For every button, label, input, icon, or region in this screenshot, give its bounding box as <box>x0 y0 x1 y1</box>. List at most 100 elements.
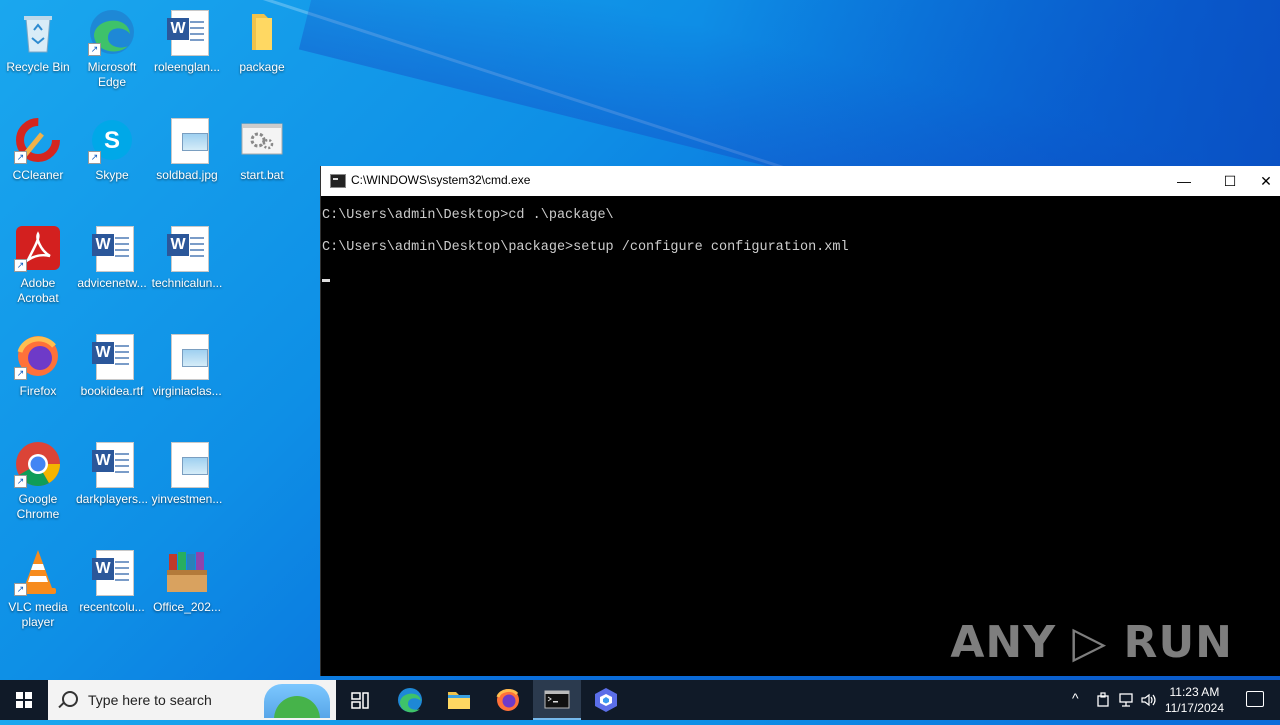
search-icon <box>62 691 78 707</box>
shortcut-arrow-icon: ↗ <box>88 151 101 164</box>
desktop-icon-label: recentcolu... <box>79 600 145 614</box>
folder-icon <box>238 8 286 56</box>
terminal-cursor <box>322 279 330 282</box>
archive-icon <box>163 548 211 596</box>
shortcut-arrow-icon: ↗ <box>14 475 27 488</box>
desktop-icon-start-bat[interactable]: start.bat <box>224 116 300 183</box>
notification-center-icon[interactable] <box>1246 691 1264 707</box>
shortcut-arrow-icon: ↗ <box>14 583 27 596</box>
folder-icon <box>448 692 470 709</box>
image-file-icon <box>163 332 211 380</box>
desktop-icon-label: advicenetw... <box>77 276 147 290</box>
word-doc-icon: W <box>88 440 136 488</box>
desktop-icon-firefox[interactable]: ↗ Firefox <box>0 332 76 399</box>
desktop: Recycle Bin ↗ CCleaner ↗ Adobe Acrobat ↗… <box>0 0 1280 680</box>
desktop-icon-label: Google Chrome <box>16 492 60 521</box>
desktop-icon-package-folder[interactable]: package <box>224 8 300 75</box>
terminal-line: C:\Users\admin\Desktop\package>setup /co… <box>322 240 849 255</box>
desktop-icon-label: Firefox <box>19 384 57 398</box>
desktop-icon-roleenglan[interactable]: W roleenglan... <box>149 8 225 75</box>
firefox-icon: ↗ <box>14 332 62 380</box>
desktop-icon-label: yinvestmen... <box>151 492 223 506</box>
taskbar-file-explorer[interactable] <box>435 680 483 720</box>
taskbar-search-box[interactable]: Type here to search <box>48 680 336 720</box>
cmd-icon <box>544 690 570 709</box>
clock-date: 11/17/2024 <box>1164 701 1224 715</box>
wallpaper-beam <box>700 0 1280 170</box>
desktop-icon-label: CCleaner <box>12 168 64 182</box>
shortcut-arrow-icon: ↗ <box>14 151 27 164</box>
clock-time: 11:23 AM <box>1169 685 1220 699</box>
desktop-icon-label: Microsoft Edge <box>87 60 137 89</box>
recycle-bin-icon <box>14 8 62 56</box>
volume-icon[interactable] <box>1140 692 1158 708</box>
word-doc-icon: W <box>88 332 136 380</box>
windows-logo-icon <box>16 692 32 708</box>
desktop-icon-label: technicalun... <box>151 276 223 290</box>
taskbar-edge[interactable] <box>386 680 434 720</box>
edge-icon <box>398 688 422 713</box>
desktop-icon-advicenetw[interactable]: W advicenetw... <box>74 224 150 291</box>
ccleaner-icon: ↗ <box>14 116 62 164</box>
word-doc-icon: W <box>163 224 211 272</box>
desktop-icon-adobe-acrobat[interactable]: ↗ Adobe Acrobat <box>0 224 76 306</box>
desktop-icon-darkplayers[interactable]: W darkplayers... <box>74 440 150 507</box>
search-highlight-icon <box>264 684 330 718</box>
anyrun-watermark: ANY ▷ RUN <box>950 617 1233 668</box>
start-button[interactable] <box>0 680 48 720</box>
desktop-icon-vlc[interactable]: ↗ VLC media player <box>0 548 76 630</box>
taskbar-app[interactable] <box>582 680 630 720</box>
desktop-icon-recentcolu[interactable]: W recentcolu... <box>74 548 150 615</box>
network-icon[interactable] <box>1118 692 1134 708</box>
task-view-icon <box>351 692 369 709</box>
desktop-icon-label: darkplayers... <box>75 492 149 506</box>
taskbar-cmd[interactable] <box>533 680 581 720</box>
desktop-icon-label: Adobe Acrobat <box>17 276 59 305</box>
desktop-icon-microsoft-edge[interactable]: ↗ Microsoft Edge <box>74 8 150 90</box>
desktop-icon-label: Recycle Bin <box>6 60 70 74</box>
security-icon[interactable] <box>1096 692 1110 708</box>
firefox-icon <box>496 688 519 711</box>
terminal-output[interactable]: C:\Users\admin\Desktop>cd .\package\ C:\… <box>321 196 1280 288</box>
desktop-icon-virginiaclas[interactable]: virginiaclas... <box>149 332 225 399</box>
word-doc-icon: W <box>163 8 211 56</box>
desktop-icon-label: start.bat <box>240 168 284 182</box>
desktop-icon-label: bookidea.rtf <box>80 384 144 398</box>
desktop-icon-office-archive[interactable]: Office_202... <box>149 548 225 615</box>
search-placeholder: Type here to search <box>88 692 212 708</box>
acrobat-icon: ↗ <box>14 224 62 272</box>
shortcut-arrow-icon: ↗ <box>14 367 27 380</box>
desktop-icon-technicalun[interactable]: W technicalun... <box>149 224 225 291</box>
app-icon <box>595 688 617 712</box>
tray-chevron-icon[interactable]: ^ <box>1072 690 1079 706</box>
desktop-icon-ccleaner[interactable]: ↗ CCleaner <box>0 116 76 183</box>
maximize-button[interactable]: ☐ <box>1207 166 1253 196</box>
taskbar-clock[interactable]: 11:23 AM 11/17/2024 <box>1165 684 1224 716</box>
desktop-icon-yinvestmen[interactable]: yinvestmen... <box>149 440 225 507</box>
taskbar-firefox[interactable] <box>484 680 532 720</box>
desktop-icon-label: roleenglan... <box>153 60 221 74</box>
skype-icon: S ↗ <box>88 116 136 164</box>
cmd-window[interactable]: C:\WINDOWS\system32\cmd.exe — ☐ ✕ C:\Use… <box>320 166 1280 676</box>
window-titlebar[interactable]: C:\WINDOWS\system32\cmd.exe — ☐ ✕ <box>321 166 1280 196</box>
task-view-button[interactable] <box>336 680 384 720</box>
desktop-icon-label: virginiaclas... <box>152 384 222 398</box>
close-button[interactable]: ✕ <box>1251 166 1280 196</box>
image-file-icon <box>163 116 211 164</box>
desktop-icon-label: Skype <box>95 168 129 182</box>
minimize-button[interactable]: — <box>1161 166 1207 196</box>
desktop-icon-soldbad[interactable]: soldbad.jpg <box>149 116 225 183</box>
shortcut-arrow-icon: ↗ <box>14 259 27 272</box>
word-doc-icon: W <box>88 224 136 272</box>
desktop-icon-label: VLC media player <box>8 600 68 629</box>
terminal-line: C:\Users\admin\Desktop>cd .\package\ <box>322 208 614 223</box>
desktop-icon-google-chrome[interactable]: ↗ Google Chrome <box>0 440 76 522</box>
desktop-icon-recycle-bin[interactable]: Recycle Bin <box>0 8 76 75</box>
edge-icon: ↗ <box>88 8 136 56</box>
desktop-icon-bookidea[interactable]: W bookidea.rtf <box>74 332 150 399</box>
desktop-icon-label: package <box>239 60 285 74</box>
cmd-icon <box>330 174 346 188</box>
system-tray: ^ <box>1068 680 1158 720</box>
svg-text:S: S <box>104 127 120 154</box>
desktop-icon-skype[interactable]: S ↗ Skype <box>74 116 150 183</box>
